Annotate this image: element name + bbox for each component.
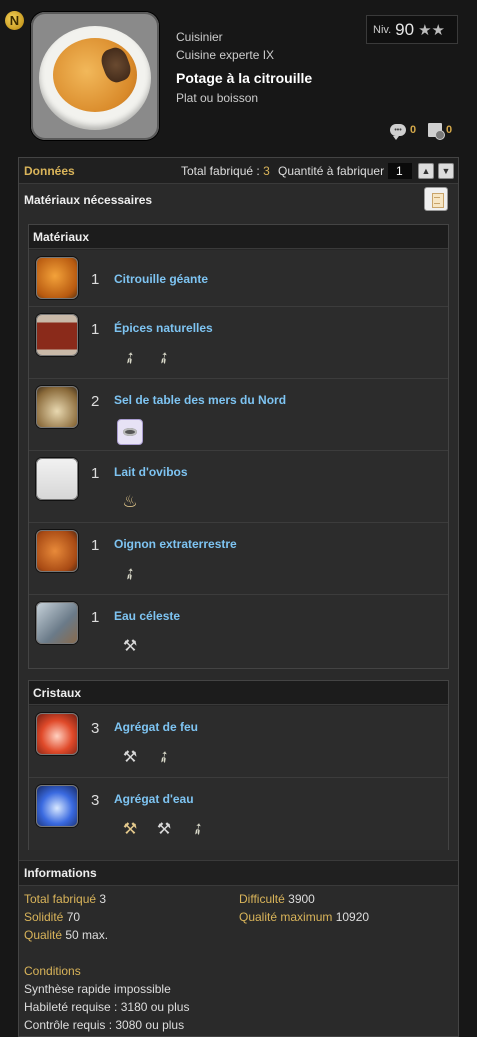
material-row: 1 Eau céleste ⚒ (29, 595, 448, 668)
info-durability: Solidité 70 (24, 910, 80, 924)
total-crafted-value: 3 (263, 164, 270, 178)
info-total-label: Total fabriqué (24, 892, 97, 906)
crystal-name[interactable]: Agrégat de feu (114, 720, 198, 734)
recipe-item-icon (31, 12, 159, 140)
tab-donnees[interactable]: Données (24, 164, 75, 178)
materials-header: Matériaux (29, 225, 448, 249)
quantity-down-button[interactable]: ▼ (438, 163, 454, 179)
quantity-input[interactable] (388, 163, 412, 179)
water-flask-icon[interactable] (36, 602, 78, 644)
crystal-qty: 3 (91, 720, 100, 737)
info-difficulty-label: Difficulté (239, 892, 285, 906)
material-row: 2 Sel de table des mers du Nord (29, 379, 448, 451)
material-qty: 1 (91, 465, 100, 482)
info-total: Total fabriqué 3 (24, 892, 106, 906)
crystal-name[interactable]: Agrégat d'eau (114, 792, 194, 806)
info-difficulty: Difficulté 3900 (239, 892, 315, 906)
crystal-row: 3 Agrégat d'eau ⚒ ⚒ ➶ (29, 778, 448, 850)
material-name[interactable]: Oignon extraterrestre (114, 537, 237, 551)
feather-icon[interactable]: ➶ (112, 556, 148, 592)
material-qty: 1 (91, 537, 100, 554)
chevron-up-icon: ▲ (421, 166, 431, 176)
milk-jug-icon[interactable] (36, 458, 78, 500)
condition-item: Habileté requise : 3180 ou plus (24, 1000, 190, 1014)
pickaxe-icon[interactable]: ⚒ (117, 633, 143, 659)
site-logo-icon[interactable]: Ν (5, 11, 24, 30)
info-total-value: 3 (99, 892, 107, 906)
info-difficulty-value: 3900 (288, 892, 315, 906)
item-type: Plat ou boisson (176, 91, 259, 105)
pickaxe-icon[interactable]: ⚒ (117, 744, 143, 770)
comments-counter[interactable]: ••• 0 (390, 124, 417, 140)
feather-icon[interactable]: ➶ (146, 340, 182, 376)
materials-section-title: Matériaux nécessaires (24, 193, 153, 207)
material-row: 1 Citrouille géante (29, 250, 448, 307)
info-durability-label: Solidité (24, 910, 64, 924)
salt-bowl-icon[interactable] (36, 386, 78, 428)
comments-count: 0 (410, 124, 417, 136)
condition-item: Contrôle requis : 3080 ou plus (24, 1018, 185, 1032)
bookmark-list-icon (428, 123, 445, 140)
shopping-list-button[interactable] (424, 187, 448, 211)
material-name[interactable]: Eau céleste (114, 609, 180, 623)
info-quality-value: 50 max. (65, 928, 109, 942)
bookmarks-counter[interactable]: 0 (428, 123, 453, 140)
chevron-down-icon: ▼ (441, 166, 451, 176)
total-crafted-label: Total fabriqué : (181, 164, 260, 178)
material-name[interactable]: Sel de table des mers du Nord (114, 393, 286, 407)
crystal-qty: 3 (91, 792, 100, 809)
spice-jar-icon[interactable] (36, 314, 78, 356)
quantity-label: Quantité à fabriquer (278, 164, 385, 178)
info-max-quality-value: 10920 (335, 910, 370, 924)
material-name[interactable]: Épices naturelles (114, 321, 213, 335)
material-row: 1 Oignon extraterrestre ➶ (29, 523, 448, 595)
feather-icon[interactable]: ➶ (146, 739, 182, 775)
stars-icon: ★★ (418, 21, 445, 39)
water-cluster-icon[interactable] (36, 785, 78, 827)
material-qty: 2 (91, 393, 100, 410)
fire-cluster-icon[interactable] (36, 713, 78, 755)
pumpkin-icon[interactable] (36, 257, 78, 299)
info-max-quality-label: Qualité maximum (239, 910, 333, 924)
info-max-quality: Qualité maximum 10920 (239, 910, 369, 924)
level-badge: Niv. 90 ★★ (366, 15, 458, 44)
material-row: 1 Épices naturelles ➶ ➶ (29, 307, 448, 379)
conditions-label: Conditions (24, 964, 81, 978)
material-qty: 1 (91, 609, 100, 626)
info-quality: Qualité 50 max. (24, 928, 108, 942)
pouch-icon[interactable]: ♨ (117, 489, 143, 515)
recipe-title: Potage à la citrouille (176, 70, 313, 86)
material-qty: 1 (91, 271, 100, 288)
job-label: Cuisinier (176, 30, 223, 44)
crystals-box: Cristaux 3 Agrégat de feu ⚒ ➶ 3 Agrégat … (28, 680, 449, 850)
feather-icon[interactable]: ➶ (180, 811, 216, 847)
material-qty: 1 (91, 321, 100, 338)
info-durability-value: 70 (66, 910, 81, 924)
comment-bubble-icon: ••• (390, 124, 406, 140)
materials-box: Matériaux 1 Citrouille géante 1 Épices n… (28, 224, 449, 669)
info-quality-label: Qualité (24, 928, 63, 942)
recipe-category: Cuisine experte IX (176, 48, 275, 62)
pickaxe-icon[interactable]: ⚒ (151, 816, 177, 842)
material-name[interactable]: Citrouille géante (114, 272, 208, 286)
level-value: 90 (395, 19, 415, 39)
material-name[interactable]: Lait d'ovibos (114, 465, 188, 479)
vendor-box-icon[interactable] (117, 419, 143, 445)
level-label: Niv. (373, 23, 392, 36)
quantity-up-button[interactable]: ▲ (418, 163, 434, 179)
material-row: 1 Lait d'ovibos ♨ (29, 451, 448, 523)
crystals-header: Cristaux (29, 681, 448, 705)
total-crafted: Total fabriqué : 3 (181, 164, 270, 178)
informations-title: Informations (24, 866, 97, 880)
onion-icon[interactable] (36, 530, 78, 572)
crystal-row: 3 Agrégat de feu ⚒ ➶ (29, 706, 448, 778)
pickaxe-icon[interactable]: ⚒ (117, 816, 143, 842)
condition-item: Synthèse rapide impossible (24, 982, 171, 996)
bookmarks-count: 0 (446, 124, 453, 136)
feather-icon[interactable]: ➶ (112, 340, 148, 376)
